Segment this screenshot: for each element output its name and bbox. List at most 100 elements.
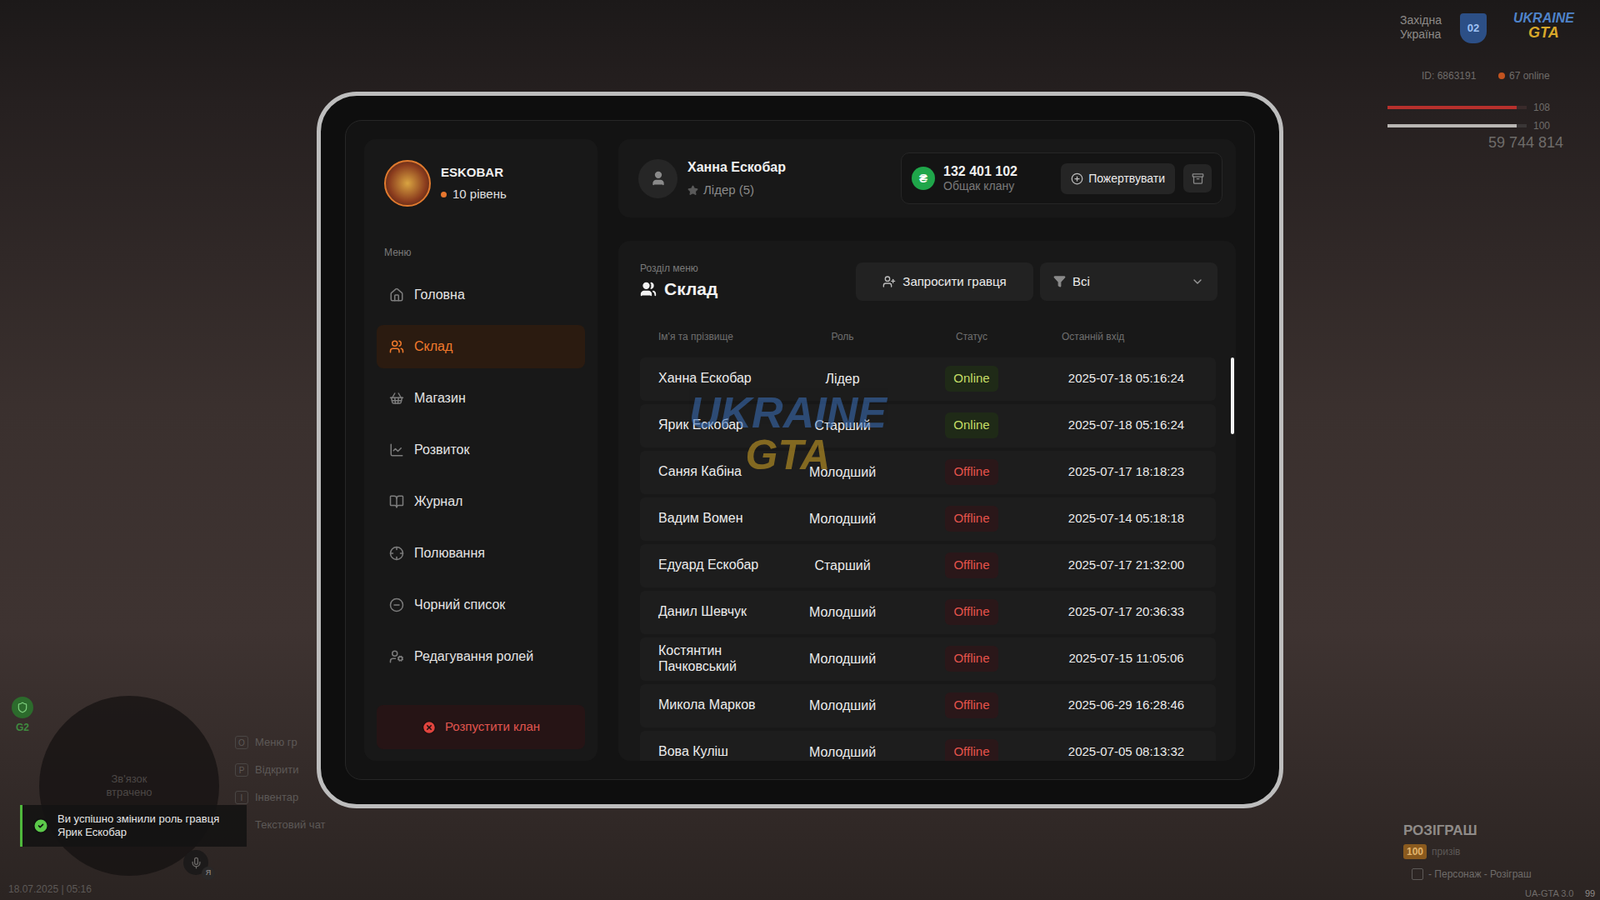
member-name: Вадим Вомен xyxy=(658,510,797,526)
section-caption: Розділ меню xyxy=(640,260,718,276)
star-icon xyxy=(687,185,699,196)
treasury: ₴ 132 401 102Общак клану Пожертвувати xyxy=(900,152,1223,205)
status-badge: Offline xyxy=(945,459,998,485)
member-name: Данил Шевчук xyxy=(658,604,797,620)
table-row[interactable]: Вадим ВоменМолодшийOffline2025-07-14 05:… xyxy=(640,497,1216,541)
donate-button[interactable]: Пожертвувати xyxy=(1060,163,1175,195)
user-cog-icon xyxy=(389,649,405,665)
user-text: Ханна ЕскобарЛідер (5) xyxy=(687,157,786,200)
online-dot xyxy=(1498,72,1505,80)
status-cell: Online xyxy=(888,365,1055,392)
table-header: Ім'я та прізвищеРольСтатусОстанній вхід xyxy=(640,328,1216,345)
level-dot xyxy=(440,191,447,198)
status-cell: Offline xyxy=(888,645,1055,672)
status-cell: Offline xyxy=(888,599,1055,625)
hint-label: Текстовий чат xyxy=(255,816,326,834)
health-meter: 108 xyxy=(1387,100,1550,115)
last-login: 2025-07-18 05:16:24 xyxy=(1055,415,1198,435)
disband-button[interactable]: Розпустити клан xyxy=(376,705,585,750)
server-logo: UKRAINEGTA xyxy=(1513,11,1575,40)
member-role: Молодший xyxy=(796,742,889,762)
members-table: Ім'я та прізвищеРольСтатусОстанній вхід Х… xyxy=(640,328,1235,762)
sidebar-item[interactable]: Магазин xyxy=(376,376,585,420)
status-badge: Offline xyxy=(945,599,998,625)
last-login: 2025-07-17 21:32:00 xyxy=(1055,555,1198,575)
health-reading: 108 xyxy=(1533,100,1550,115)
user-icon xyxy=(650,170,667,187)
minus-circle-icon xyxy=(389,597,405,613)
armor-fill xyxy=(1387,124,1517,128)
hint-key: I xyxy=(235,790,249,805)
logo-bottom: GTA xyxy=(1528,25,1560,40)
member-role: Лідер xyxy=(796,369,889,390)
giveaway-hint: - Персонаж - Розіграш xyxy=(1411,866,1532,882)
sidebar-item[interactable]: Журнал xyxy=(376,480,585,524)
status-badge: Offline xyxy=(945,692,998,719)
treasury-text: 132 401 102Общак клану xyxy=(943,163,1018,194)
fps: 99 xyxy=(1585,886,1595,900)
status-cell: Offline xyxy=(888,552,1055,579)
online-count: 67 online xyxy=(1498,68,1550,84)
archive-button[interactable] xyxy=(1183,164,1212,193)
tablet: ESKOBAR10 рівеньМенюГоловнаСкладМагазинР… xyxy=(316,91,1284,809)
scrollbar[interactable] xyxy=(1230,328,1235,762)
zone-icon xyxy=(11,696,34,719)
chart-icon xyxy=(389,442,405,458)
member-role: Молодший xyxy=(796,462,889,483)
sidebar-item[interactable]: Чорний список xyxy=(376,583,585,627)
scrollbar-thumb[interactable] xyxy=(1230,357,1235,435)
filter-select[interactable]: Всі xyxy=(1040,262,1218,301)
voice-key: Я xyxy=(201,866,215,880)
last-login: 2025-07-14 05:18:18 xyxy=(1055,509,1198,529)
sidebar-item[interactable]: Редагування ролей xyxy=(376,635,585,679)
currency-icon: ₴ xyxy=(911,166,935,190)
notification-text: Ви успішно змінили роль гравця Ярик Еско… xyxy=(57,812,237,839)
last-login: 2025-07-15 11:05:06 xyxy=(1055,649,1198,669)
member-role: Молодший xyxy=(796,695,889,716)
region-label: ЗахіднаУкраїна xyxy=(1400,13,1442,42)
sidebar-item[interactable]: Полювання xyxy=(376,531,585,575)
game-screen: ЗахіднаУкраїна02UKRAINEGTAID: 686319167 … xyxy=(0,0,1600,900)
member-role: Молодший xyxy=(796,649,889,670)
treasury-label: Общак клану xyxy=(943,179,1018,194)
hint: Текстовий чат xyxy=(235,817,326,833)
sidebar-item[interactable]: Склад xyxy=(376,325,585,369)
region-line: Україна xyxy=(1400,27,1442,42)
table-row[interactable]: Саняя КабінаМолодшийOffline2025-07-17 18… xyxy=(640,450,1216,495)
giveaway-title: РОЗІГРАШ xyxy=(1403,820,1478,842)
member-name: Едуард Ескобар xyxy=(658,557,797,573)
status-badge: Offline xyxy=(945,645,998,672)
user-name: Ханна Ескобар xyxy=(687,157,786,178)
giveaway-caption: призів xyxy=(1431,844,1460,860)
watermark: UKRAINEGTA xyxy=(689,390,887,476)
gang-zone-badge: G2 xyxy=(11,696,34,735)
zone-label: G2 xyxy=(15,720,30,735)
table-row[interactable]: Едуард ЕскобарСтаршийOffline2025-07-17 2… xyxy=(640,544,1216,588)
mic-icon xyxy=(190,856,203,870)
table-row[interactable]: Ярик ЕскобарСтаршийOnline2025-07-18 05:1… xyxy=(640,404,1216,448)
member-name: Костянтин Пачковський xyxy=(658,643,797,675)
status-cell: Offline xyxy=(888,739,1055,761)
table-row[interactable]: Ханна ЕскобарЛідерOnline2025-07-18 05:16… xyxy=(640,357,1216,401)
member-role: Молодший xyxy=(796,602,889,623)
sidebar-item[interactable]: Розвиток xyxy=(376,428,585,472)
hint-label: Меню гр xyxy=(255,734,298,751)
player-id: ID: 6863191 xyxy=(1421,68,1476,84)
version: UA-GTA 3.0 xyxy=(1525,886,1574,900)
table-row[interactable]: Костянтин ПачковськийМолодший Offline 2025… xyxy=(640,637,1216,681)
no-signal-text: Зв'язок втрачено xyxy=(87,772,171,799)
clan-info: ESKOBAR10 рівень xyxy=(440,163,507,205)
table-row[interactable]: Вова КулішМолодшийOffline2025-07-05 08:1… xyxy=(640,730,1216,762)
invite-button[interactable]: Запросити гравця xyxy=(855,262,1034,301)
check-icon xyxy=(32,817,50,835)
sidebar-item[interactable]: Головна xyxy=(376,273,585,317)
table-row[interactable]: Данил ШевчукМолодшийOffline2025-07-17 20… xyxy=(640,590,1216,635)
profile-bar: Ханна ЕскобарЛідер (5) ₴ 132 401 102Общак … xyxy=(618,139,1236,218)
datetime: 18.07.2025 | 05:16 xyxy=(8,881,92,897)
main-content: Ханна ЕскобарЛідер (5) ₴ 132 401 102Общак … xyxy=(618,139,1236,761)
table-row[interactable]: Микола МарковМолодшийOffline2025-06-29 1… xyxy=(640,684,1216,728)
archive-icon xyxy=(1191,172,1205,185)
last-login: 2025-06-29 16:28:46 xyxy=(1055,695,1198,715)
members-panel: Розділ менюСкладЗапросити гравцяВсіІм'я … xyxy=(618,240,1236,761)
user-info: Ханна ЕскобарЛідер (5) xyxy=(638,157,786,200)
